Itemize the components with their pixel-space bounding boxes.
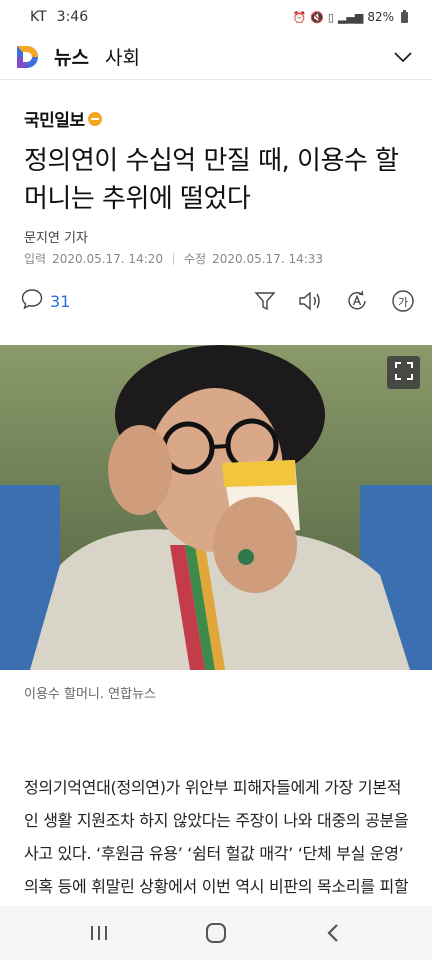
published-label: 입력 xyxy=(24,252,47,266)
home-button[interactable] xyxy=(196,913,236,953)
article-photo[interactable] xyxy=(0,345,432,670)
filter-icon[interactable] xyxy=(252,288,278,314)
modified-date: 2020.05.17. 14:33 xyxy=(212,251,324,266)
article-toolbar: 31 가 xyxy=(20,285,416,317)
chevron-down-icon[interactable] xyxy=(392,46,414,68)
article-dates: 입력 2020.05.17. 14:20 수정 2020.05.17. 14:3… xyxy=(24,250,323,267)
recent-apps-button[interactable] xyxy=(79,913,119,953)
published-date: 2020.05.17. 14:20 xyxy=(52,251,164,266)
modified-label: 수정 xyxy=(184,252,207,266)
photo-caption: 이용수 할머니. 연합뉴스 xyxy=(24,687,156,702)
section-title[interactable]: 뉴스 xyxy=(54,43,89,70)
expand-photo-button[interactable] xyxy=(387,356,420,389)
font-size-icon[interactable]: 가 xyxy=(390,288,416,314)
status-bar: KT 3:46 ⏰ 🔇 ▯ ▂▄▆ 82% xyxy=(0,0,432,34)
back-button[interactable] xyxy=(313,913,353,953)
font-size-glyph: 가 xyxy=(397,295,409,309)
expand-icon xyxy=(394,361,413,384)
app-bar: 뉴스 사회 xyxy=(0,34,432,80)
daum-d-logo-icon[interactable] xyxy=(14,44,40,70)
publisher-mark-icon xyxy=(87,111,102,126)
system-nav-bar xyxy=(0,906,432,960)
date-divider xyxy=(173,252,175,265)
lte-icon: ▯ xyxy=(327,10,334,24)
silent-icon: 🔇 xyxy=(310,10,324,24)
clock: 3:46 xyxy=(56,9,89,25)
speaker-icon[interactable] xyxy=(298,288,324,314)
battery-icon xyxy=(401,9,408,23)
article-headline: 정의연이 수십억 만질 때, 이용수 할머니는 추위에 떨었다 xyxy=(24,146,399,214)
battery-percent: 82% xyxy=(367,10,394,24)
translate-icon[interactable] xyxy=(344,288,370,314)
signal-icon: ▂▄▆ xyxy=(337,10,364,24)
comment-count: 31 xyxy=(50,291,71,311)
reporter-name[interactable]: 문지연 기자 xyxy=(24,227,88,246)
publisher-logo[interactable]: 국민일보 xyxy=(24,106,102,131)
comment-button[interactable]: 31 xyxy=(20,287,70,315)
alarm-icon: ⏰ xyxy=(292,10,307,24)
carrier-label: KT xyxy=(30,9,47,25)
comment-icon xyxy=(20,287,44,315)
category-title[interactable]: 사회 xyxy=(105,43,140,70)
publisher-name: 국민일보 xyxy=(24,111,85,131)
